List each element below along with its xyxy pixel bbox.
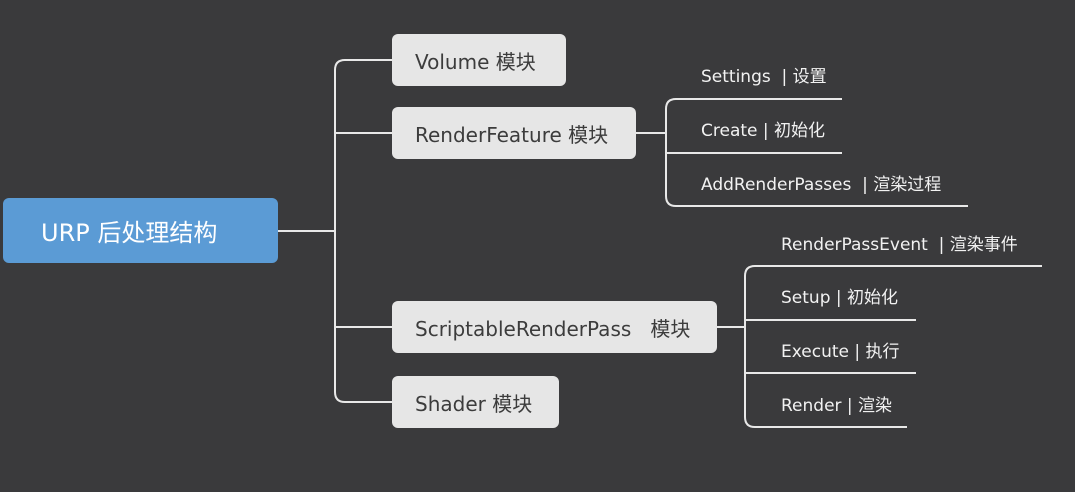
branch-node-volume: Volume 模块 bbox=[392, 34, 566, 86]
leaf-settings: Settings | 设置 bbox=[701, 67, 827, 87]
leaf-render: Render | 渲染 bbox=[781, 396, 893, 416]
root-node: URP 后处理结构 bbox=[3, 198, 278, 263]
branch-node-scriptablerenderpass: ScriptableRenderPass 模块 bbox=[392, 301, 717, 353]
leaf-create: Create | 初始化 bbox=[701, 121, 826, 141]
root-label: URP 后处理结构 bbox=[41, 219, 218, 247]
branch-label-volume: Volume 模块 bbox=[415, 49, 536, 74]
trunk-connector bbox=[334, 59, 346, 403]
leaf-addrenderpasses: AddRenderPasses | 渲染过程 bbox=[701, 175, 942, 195]
branch-label-shader: Shader 模块 bbox=[415, 391, 533, 416]
srp-bracket bbox=[744, 265, 756, 428]
leaf-setup: Setup | 初始化 bbox=[781, 288, 899, 308]
branch-node-shader: Shader 模块 bbox=[392, 376, 559, 428]
mind-map: URP 后处理结构 Volume 模块 RenderFeature 模块 Scr… bbox=[0, 0, 1075, 492]
branch-node-renderfeature: RenderFeature 模块 bbox=[392, 107, 636, 159]
leaf-execute: Execute | 执行 bbox=[781, 342, 900, 362]
leaf-renderpassevent: RenderPassEvent | 渲染事件 bbox=[781, 235, 1018, 255]
branch-label-scriptablerenderpass: ScriptableRenderPass 模块 bbox=[415, 316, 691, 341]
branch-label-renderfeature: RenderFeature 模块 bbox=[415, 122, 609, 147]
